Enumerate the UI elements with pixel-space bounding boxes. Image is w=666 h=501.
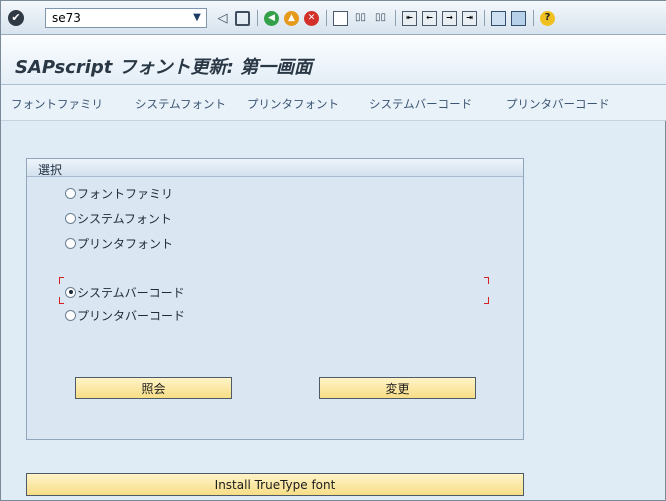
display-button[interactable]: 照会: [75, 377, 232, 399]
radio-printer-barcode[interactable]: プリンタバーコード: [65, 307, 185, 323]
find-next-icon[interactable]: ▯▯: [373, 11, 388, 26]
cancel-icon[interactable]: ✕: [304, 10, 319, 26]
radio-label: システムフォント: [77, 211, 172, 226]
selection-group-header: 選択: [27, 159, 523, 177]
radio-button[interactable]: [65, 237, 76, 249]
back-arrow-icon[interactable]: ◁: [215, 11, 230, 26]
previous-page-icon[interactable]: ←: [422, 10, 437, 26]
save-icon[interactable]: [235, 10, 250, 26]
page-title: SAPscript フォント更新: 第一画面: [15, 57, 313, 78]
back-green-icon[interactable]: ◀: [264, 10, 279, 26]
print-icon[interactable]: [333, 10, 348, 26]
title-bar: SAPscript フォント更新: 第一画面: [1, 35, 666, 85]
radio-label: プリンタフォント: [77, 236, 174, 251]
menu-font-family[interactable]: フォントファミリ: [11, 96, 103, 112]
radio-system-barcode[interactable]: システムバーコード: [65, 284, 185, 300]
first-page-icon[interactable]: ⇤: [402, 10, 417, 26]
toolbar-separator: [484, 10, 485, 26]
help-icon[interactable]: ?: [540, 10, 555, 26]
toolbar-separator: [257, 10, 258, 26]
radio-button[interactable]: [65, 212, 76, 224]
focus-frame-corner: [484, 297, 489, 304]
selection-group: 選択 フォントファミリ システムフォント プリンタフォント システムバーコード …: [26, 158, 524, 440]
application-toolbar: フォントファミリ システムフォント プリンタフォント システムバーコード プリン…: [1, 85, 666, 121]
focus-frame-corner: [484, 277, 489, 284]
toolbar-separator: [395, 10, 396, 26]
radio-font-family[interactable]: フォントファミリ: [65, 185, 173, 201]
toolbar-separator: [533, 10, 534, 26]
system-toolbar: ✔ ▼ ◁ ◀ ▲ ✕ ▯▯ ▯▯ ⇤ ← → ⇥ ?: [1, 1, 666, 35]
command-history-dropdown-icon[interactable]: ▼: [188, 9, 206, 27]
focus-frame-corner: [59, 277, 64, 284]
command-input[interactable]: [46, 9, 192, 27]
radio-system-font[interactable]: システムフォント: [65, 210, 172, 226]
toolbar-separator: [326, 10, 327, 26]
focus-frame-corner: [59, 297, 64, 304]
change-button[interactable]: 変更: [319, 377, 476, 399]
next-page-icon[interactable]: →: [442, 10, 457, 26]
create-session-icon[interactable]: [491, 10, 506, 26]
find-icon[interactable]: ▯▯: [353, 11, 368, 26]
radio-button[interactable]: [65, 309, 76, 321]
radio-printer-font[interactable]: プリンタフォント: [65, 235, 173, 251]
menu-system-font[interactable]: システムフォント: [135, 96, 226, 112]
toolbar-icons: ◁ ◀ ▲ ✕ ▯▯ ▯▯ ⇤ ← → ⇥ ?: [215, 9, 560, 27]
radio-label: プリンタバーコード: [77, 308, 186, 323]
shortcut-icon[interactable]: [511, 10, 526, 26]
radio-label: フォントファミリ: [77, 186, 174, 201]
menu-system-barcode[interactable]: システムバーコード: [369, 96, 472, 112]
last-page-icon[interactable]: ⇥: [462, 10, 477, 26]
selection-group-title: 選択: [38, 163, 63, 177]
menu-printer-barcode[interactable]: プリンタバーコード: [506, 96, 610, 112]
exit-icon[interactable]: ▲: [284, 10, 299, 26]
radio-button[interactable]: [65, 187, 76, 199]
install-truetype-font-button[interactable]: Install TrueType font: [26, 473, 524, 496]
command-field[interactable]: ▼: [45, 8, 207, 28]
radio-label: システムバーコード: [77, 285, 185, 300]
menu-printer-font[interactable]: プリンタフォント: [247, 96, 339, 112]
radio-button-selected[interactable]: [65, 286, 76, 298]
enter-icon[interactable]: ✔: [8, 10, 24, 26]
